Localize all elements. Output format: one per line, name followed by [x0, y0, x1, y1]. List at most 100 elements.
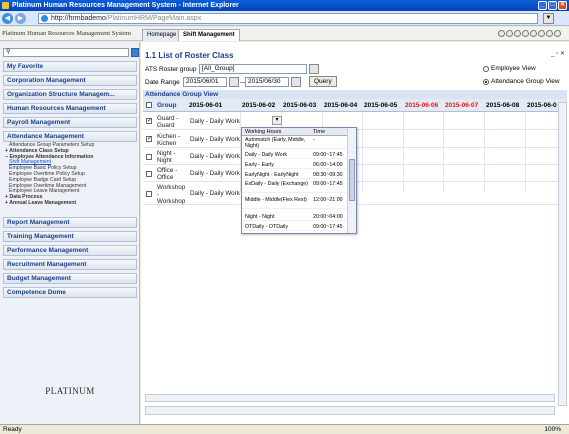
sidebar-search-input[interactable]: ⚲: [3, 48, 129, 57]
date-header: 2015-06-02: [242, 102, 276, 109]
window-title: Platinum Human Resources Management Syst…: [12, 2, 239, 9]
home-icon[interactable]: [498, 30, 505, 37]
zoom-level[interactable]: 100%: [544, 425, 561, 434]
list-item[interactable]: EarlyNight - EarlyNight 08:30~09:30: [242, 172, 348, 179]
list-item[interactable]: Daily - Daily Work 09:00~17:45: [242, 152, 348, 159]
shift-cell[interactable]: Daily - Daily Work: [190, 118, 240, 125]
group-name: Night - Night: [157, 150, 176, 164]
tab-shift-management[interactable]: Shift Management: [178, 29, 240, 41]
attendance-group-view-radio[interactable]: [483, 79, 489, 85]
list-item[interactable]: Middle - Middle(Flex Rest) 12:00~21:00: [242, 197, 348, 209]
shift-time: 09:00~17:45: [313, 152, 343, 158]
sidebar-menu-report[interactable]: Report Management: [3, 217, 137, 228]
sidebar-menu-human-resources[interactable]: Human Resources Management: [3, 103, 137, 114]
vertical-scrollbar[interactable]: [558, 102, 567, 406]
group-name: Guard - Guard: [157, 115, 179, 129]
shift-name: Automatch (Early, Middle, Night): [245, 137, 306, 149]
row-checkbox[interactable]: ✓: [146, 136, 152, 142]
shift-cell[interactable]: Daily - Daily Work: [190, 153, 240, 160]
date-to-field[interactable]: 2015/06/30: [245, 77, 289, 87]
row-checkbox[interactable]: [146, 154, 152, 160]
date-range-label: Date Range: [145, 79, 180, 86]
shift-cell[interactable]: Daily - Daily Work: [190, 170, 240, 177]
logout-icon[interactable]: [554, 30, 561, 37]
status-text: Ready: [3, 426, 22, 433]
date-from-calendar-icon[interactable]: [229, 77, 239, 87]
shift-name: Daily - Daily Work: [245, 152, 287, 158]
query-button[interactable]: Query: [309, 76, 337, 87]
date-to-calendar-icon[interactable]: [291, 77, 301, 87]
list-item[interactable]: Automatch (Early, Middle, Night) -: [242, 137, 348, 149]
shift-time: 08:30~09:30: [313, 172, 343, 178]
shift-name: Early - Early: [245, 162, 274, 168]
time-column-header: Time: [313, 129, 326, 135]
roster-group-field[interactable]: [All_Group]: [199, 64, 307, 74]
horizontal-scrollbar[interactable]: [145, 406, 555, 415]
url-host: http://hrmbademo: [51, 15, 106, 22]
shift-name: Middle - Middle(Flex Rest): [245, 197, 307, 203]
sidebar-menu-competence[interactable]: Competence Dome: [3, 287, 137, 298]
sidebar-menu-attendance[interactable]: Attendance Management: [3, 131, 137, 142]
date-from-field[interactable]: 2015/06/01: [183, 77, 227, 87]
attendance-group-view-label: Attendance Group View: [491, 78, 560, 85]
shift-cell[interactable]: Daily - Daily Work: [190, 190, 240, 197]
dropdown-scrollbar[interactable]: [347, 128, 356, 233]
sidebar-menu-payroll[interactable]: Payroll Management: [3, 117, 137, 128]
list-item[interactable]: ExDaily - Daily (Exchange) 09:00~17:45: [242, 181, 348, 193]
url-path: /PlatinumHRM/PageMain.aspx: [105, 15, 202, 22]
row-checkbox[interactable]: [146, 171, 152, 177]
user-icon[interactable]: [522, 30, 529, 37]
maximize-button[interactable]: □: [548, 1, 557, 10]
row-checkbox[interactable]: [146, 191, 152, 197]
close-button[interactable]: ✕: [558, 1, 567, 10]
list-item[interactable]: Early - Early 06:00~14:00: [242, 162, 348, 169]
row-checkbox[interactable]: ✓: [146, 118, 152, 124]
window-title-bar: Platinum Human Resources Management Syst…: [0, 0, 569, 11]
employee-view-radio[interactable]: [483, 66, 489, 72]
url-input[interactable]: http://hrmbademo/PlatinumHRM/PageMain.as…: [38, 13, 538, 24]
list-item[interactable]: OTDaily - OTDaily 09:00~17:45: [242, 224, 348, 231]
shift-cell[interactable]: Daily - Daily Work: [190, 136, 240, 143]
toolbar-icons: [498, 30, 561, 37]
sidebar-item-annual-leave[interactable]: + Annual Leave Management: [5, 200, 94, 207]
sidebar-menu-corporation[interactable]: Corporation Management: [3, 75, 137, 86]
scrollbar-thumb[interactable]: [349, 159, 355, 201]
list-item[interactable]: Night - Night 20:00~04:00: [242, 214, 348, 221]
working-hours-column-header: Working Hours: [245, 129, 282, 135]
settings-icon[interactable]: [530, 30, 537, 37]
back-arrow-icon[interactable]: ◀: [2, 13, 13, 24]
panel-controls[interactable]: _ ▫ ✕: [551, 50, 565, 57]
shift-time: 09:00~17:45: [313, 181, 343, 187]
shift-dropdown-toggle[interactable]: ▾: [272, 116, 282, 125]
sidebar-menu-performance[interactable]: Performance Management: [3, 245, 137, 256]
date-header: 2015-06-04: [324, 102, 358, 109]
horizontal-scrollbar[interactable]: [145, 394, 555, 402]
shift-time: 09:00~17:45: [313, 224, 343, 230]
date-header: 2015-06-05: [364, 102, 398, 109]
employee-view-label: Employee View: [491, 65, 536, 72]
minimize-button[interactable]: _: [538, 1, 547, 10]
sidebar-menu-budget[interactable]: Budget Management: [3, 273, 137, 284]
lock-icon[interactable]: [546, 30, 553, 37]
sidebar-menu-organization[interactable]: Organization Structure Managem...: [3, 89, 137, 100]
date-header: 2015-06-01: [189, 102, 223, 109]
shift-time: 20:00~04:00: [313, 214, 343, 220]
select-all-checkbox[interactable]: [146, 102, 152, 108]
search-icon[interactable]: [131, 48, 139, 57]
shift-name: EarlyNight - EarlyNight: [245, 172, 299, 178]
sidebar-menu-my-favorite[interactable]: My Favorite: [3, 61, 137, 72]
dropdown-arrow-icon[interactable]: ▼: [543, 13, 554, 24]
tab-homepage[interactable]: Homepage: [142, 29, 182, 41]
forward-arrow-icon[interactable]: ▶: [15, 13, 26, 24]
attendance-submenu: Attendance Group Parameters Setup + Atte…: [5, 142, 94, 207]
sidebar-menu-recruitment[interactable]: Recruitment Management: [3, 259, 137, 270]
refresh-icon[interactable]: [506, 30, 513, 37]
help-icon[interactable]: [514, 30, 521, 37]
shift-time: -: [313, 137, 315, 143]
working-hours-dropdown: Working Hours Time Automatch (Early, Mid…: [241, 127, 357, 234]
sidebar-menu-training[interactable]: Training Management: [3, 231, 137, 242]
date-header: 2015-06-08: [486, 102, 520, 109]
mail-icon[interactable]: [538, 30, 545, 37]
roster-group-picker-button[interactable]: [309, 64, 319, 74]
group-column-header[interactable]: Group: [157, 99, 177, 112]
